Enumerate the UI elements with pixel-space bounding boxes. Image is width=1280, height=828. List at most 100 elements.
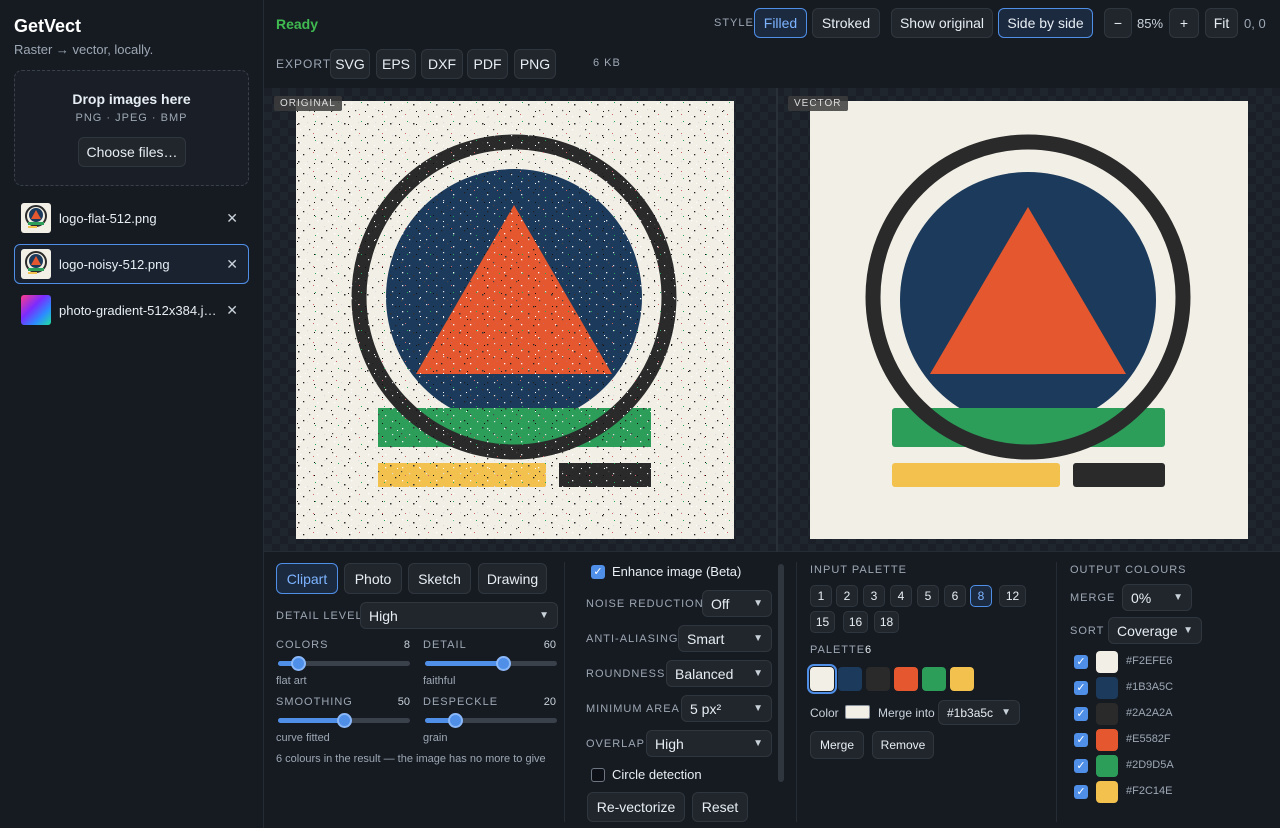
smoothing-slider[interactable] bbox=[276, 711, 412, 729]
output-colour-hex: #1B3A5C bbox=[1126, 681, 1174, 693]
slider-knob[interactable] bbox=[337, 713, 352, 728]
output-colour-checkbox[interactable]: ✓ bbox=[1074, 785, 1088, 799]
palette-swatch[interactable] bbox=[838, 667, 862, 691]
output-colour-checkbox[interactable]: ✓ bbox=[1074, 681, 1088, 695]
revectorize-button[interactable]: Re-vectorize bbox=[587, 792, 685, 822]
output-colour-row[interactable]: ✓ #F2EFE6 bbox=[1070, 651, 1230, 673]
choose-files-button[interactable]: Choose files… bbox=[78, 137, 186, 167]
vector-image bbox=[810, 101, 1248, 539]
palette-count-4-button[interactable]: 4 bbox=[890, 585, 912, 607]
file-item[interactable]: logo-flat-512.png ✕ bbox=[14, 198, 249, 238]
output-colour-row[interactable]: ✓ #2A2A2A bbox=[1070, 703, 1230, 725]
pane-divider[interactable] bbox=[776, 88, 778, 552]
drop-zone-formats: PNG · JPEG · BMP bbox=[75, 112, 188, 124]
anti-aliasing-select[interactable]: Smart ▼ bbox=[678, 625, 772, 652]
zoom-out-button[interactable]: − bbox=[1104, 8, 1132, 38]
scrollbar[interactable] bbox=[778, 564, 784, 782]
merge-into-label: Merge into bbox=[878, 706, 935, 720]
minimum-area-select[interactable]: 5 px² ▼ bbox=[681, 695, 772, 722]
palette-count-6-button[interactable]: 6 bbox=[944, 585, 966, 607]
sidebar: GetVect Raster → vector, locally. Drop i… bbox=[0, 0, 264, 828]
output-colour-row[interactable]: ✓ #2D9D5A bbox=[1070, 755, 1230, 777]
output-colour-checkbox[interactable]: ✓ bbox=[1074, 655, 1088, 669]
fit-button[interactable]: Fit bbox=[1205, 8, 1238, 38]
roundness-value: Balanced bbox=[675, 665, 734, 682]
sort-label: SORT bbox=[1070, 625, 1105, 637]
remove-file-icon[interactable]: ✕ bbox=[226, 210, 238, 227]
output-colour-checkbox[interactable]: ✓ bbox=[1074, 707, 1088, 721]
colors-value: 8 bbox=[403, 639, 410, 651]
style-stroked-button[interactable]: Stroked bbox=[812, 8, 880, 38]
palette-count-3-button[interactable]: 3 bbox=[863, 585, 885, 607]
output-colour-row[interactable]: ✓ #1B3A5C bbox=[1070, 677, 1230, 699]
colors-slider[interactable] bbox=[276, 654, 412, 672]
despeckle-value: 20 bbox=[543, 696, 556, 708]
merge-button[interactable]: Merge bbox=[810, 731, 864, 759]
palette-label: PALETTE bbox=[810, 644, 866, 656]
sort-select[interactable]: Coverage ▼ bbox=[1108, 617, 1202, 644]
reset-button[interactable]: Reset bbox=[692, 792, 748, 822]
palette-count-8-button[interactable]: 8 bbox=[970, 585, 992, 607]
style-filled-button[interactable]: Filled bbox=[754, 8, 807, 38]
preset-drawing-button[interactable]: Drawing bbox=[478, 563, 547, 594]
palette-count-16-button[interactable]: 16 bbox=[843, 611, 868, 633]
noise-reduction-select[interactable]: Off ▼ bbox=[702, 590, 772, 617]
slider-knob[interactable] bbox=[448, 713, 463, 728]
palette-count-12-button[interactable]: 12 bbox=[999, 585, 1026, 607]
output-colour-checkbox[interactable]: ✓ bbox=[1074, 759, 1088, 773]
output-colour-hex: #F2EFE6 bbox=[1126, 655, 1173, 667]
export-dxf-button[interactable]: DXF bbox=[421, 49, 463, 79]
slider-knob[interactable] bbox=[291, 656, 307, 671]
preset-clipart-button[interactable]: Clipart bbox=[276, 563, 338, 594]
output-colour-swatch bbox=[1096, 651, 1118, 673]
export-png-button[interactable]: PNG bbox=[514, 49, 556, 79]
output-colour-row[interactable]: ✓ #F2C14E bbox=[1070, 781, 1230, 803]
palette-swatch[interactable] bbox=[922, 667, 946, 691]
output-colour-checkbox[interactable]: ✓ bbox=[1074, 733, 1088, 747]
preset-photo-button[interactable]: Photo bbox=[344, 563, 402, 594]
app-title: GetVect bbox=[14, 16, 82, 36]
zoom-in-button[interactable]: + bbox=[1169, 8, 1199, 38]
noise-reduction-label: NOISE REDUCTION bbox=[586, 598, 704, 610]
overlap-select[interactable]: High ▼ bbox=[646, 730, 772, 757]
colors-label: COLORS bbox=[276, 639, 329, 651]
drop-zone[interactable]: Drop images here PNG · JPEG · BMP Choose… bbox=[14, 70, 249, 186]
merge-into-select[interactable]: #1b3a5c ▼ bbox=[938, 700, 1020, 725]
slider-knob[interactable] bbox=[496, 656, 511, 671]
chevron-down-icon: ▼ bbox=[753, 703, 763, 714]
preset-sketch-button[interactable]: Sketch bbox=[408, 563, 471, 594]
enhance-checkbox[interactable]: ✓ bbox=[591, 565, 605, 579]
palette-swatch[interactable] bbox=[894, 667, 918, 691]
file-item[interactable]: photo-gradient-512x384.j… ✕ bbox=[14, 290, 249, 330]
detail-level-select[interactable]: High ▼ bbox=[360, 602, 558, 629]
minimum-area-label: MINIMUM AREA bbox=[586, 703, 680, 715]
palette-count-1-button[interactable]: 1 bbox=[810, 585, 832, 607]
file-thumbnail bbox=[21, 203, 51, 233]
export-svg-button[interactable]: SVG bbox=[330, 49, 370, 79]
canvas[interactable]: ORIGINAL VECTOR bbox=[264, 88, 1280, 552]
remove-button[interactable]: Remove bbox=[872, 731, 934, 759]
side-by-side-button[interactable]: Side by side bbox=[998, 8, 1093, 38]
output-colour-row[interactable]: ✓ #E5582F bbox=[1070, 729, 1230, 751]
export-eps-button[interactable]: EPS bbox=[376, 49, 416, 79]
original-image bbox=[296, 101, 734, 539]
remove-file-icon[interactable]: ✕ bbox=[226, 256, 238, 273]
palette-count-15-button[interactable]: 15 bbox=[810, 611, 835, 633]
detail-slider[interactable] bbox=[423, 654, 559, 672]
palette-count-2-button[interactable]: 2 bbox=[836, 585, 858, 607]
color-preview[interactable] bbox=[845, 705, 870, 719]
palette-count-18-button[interactable]: 18 bbox=[874, 611, 899, 633]
export-label: EXPORT bbox=[276, 57, 332, 71]
show-original-button[interactable]: Show original bbox=[891, 8, 993, 38]
palette-swatch[interactable] bbox=[807, 664, 837, 694]
palette-swatch[interactable] bbox=[866, 667, 890, 691]
palette-swatch[interactable] bbox=[950, 667, 974, 691]
file-item[interactable]: logo-noisy-512.png ✕ bbox=[14, 244, 249, 284]
circle-detection-checkbox[interactable] bbox=[591, 768, 605, 782]
merge-percent-select[interactable]: 0% ▼ bbox=[1122, 584, 1192, 611]
palette-count-5-button[interactable]: 5 bbox=[917, 585, 939, 607]
export-pdf-button[interactable]: PDF bbox=[467, 49, 508, 79]
roundness-select[interactable]: Balanced ▼ bbox=[666, 660, 772, 687]
remove-file-icon[interactable]: ✕ bbox=[226, 302, 238, 319]
despeckle-slider[interactable] bbox=[423, 711, 559, 729]
